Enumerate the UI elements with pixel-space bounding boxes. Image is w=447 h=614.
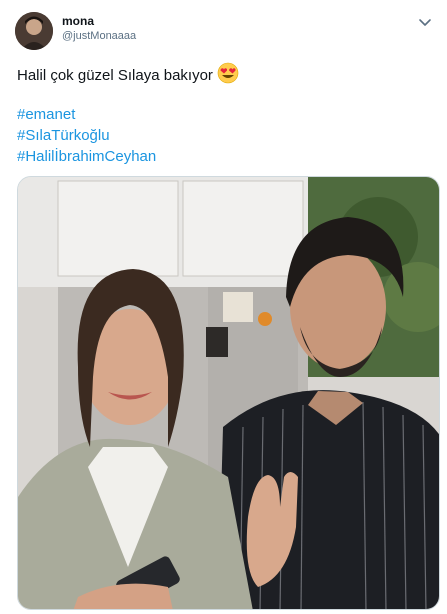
author-avatar[interactable] [15, 12, 53, 50]
tweet-text: Halil çok güzel Sılaya bakıyor [17, 62, 239, 90]
heart-eyes-emoji-icon [217, 62, 239, 90]
hashtag-link[interactable]: #emanet [17, 106, 75, 123]
tweet-card: mona @justMonaaaa Halil çok güzel Sılaya… [0, 0, 447, 614]
photo-image [18, 177, 439, 609]
author-display-name[interactable]: mona [62, 14, 94, 28]
hashtag-link[interactable]: #HalilİbrahimCeyhan [17, 148, 156, 165]
chevron-down-icon[interactable] [415, 12, 435, 32]
author-handle[interactable]: @justMonaaaa [62, 30, 136, 42]
tweet-photo[interactable] [17, 176, 440, 610]
hashtag-link[interactable]: #SılaTürkoğlu [17, 127, 110, 144]
tweet-body: Halil çok güzel Sılaya bakıyor [17, 67, 213, 84]
avatar-image [15, 12, 53, 50]
